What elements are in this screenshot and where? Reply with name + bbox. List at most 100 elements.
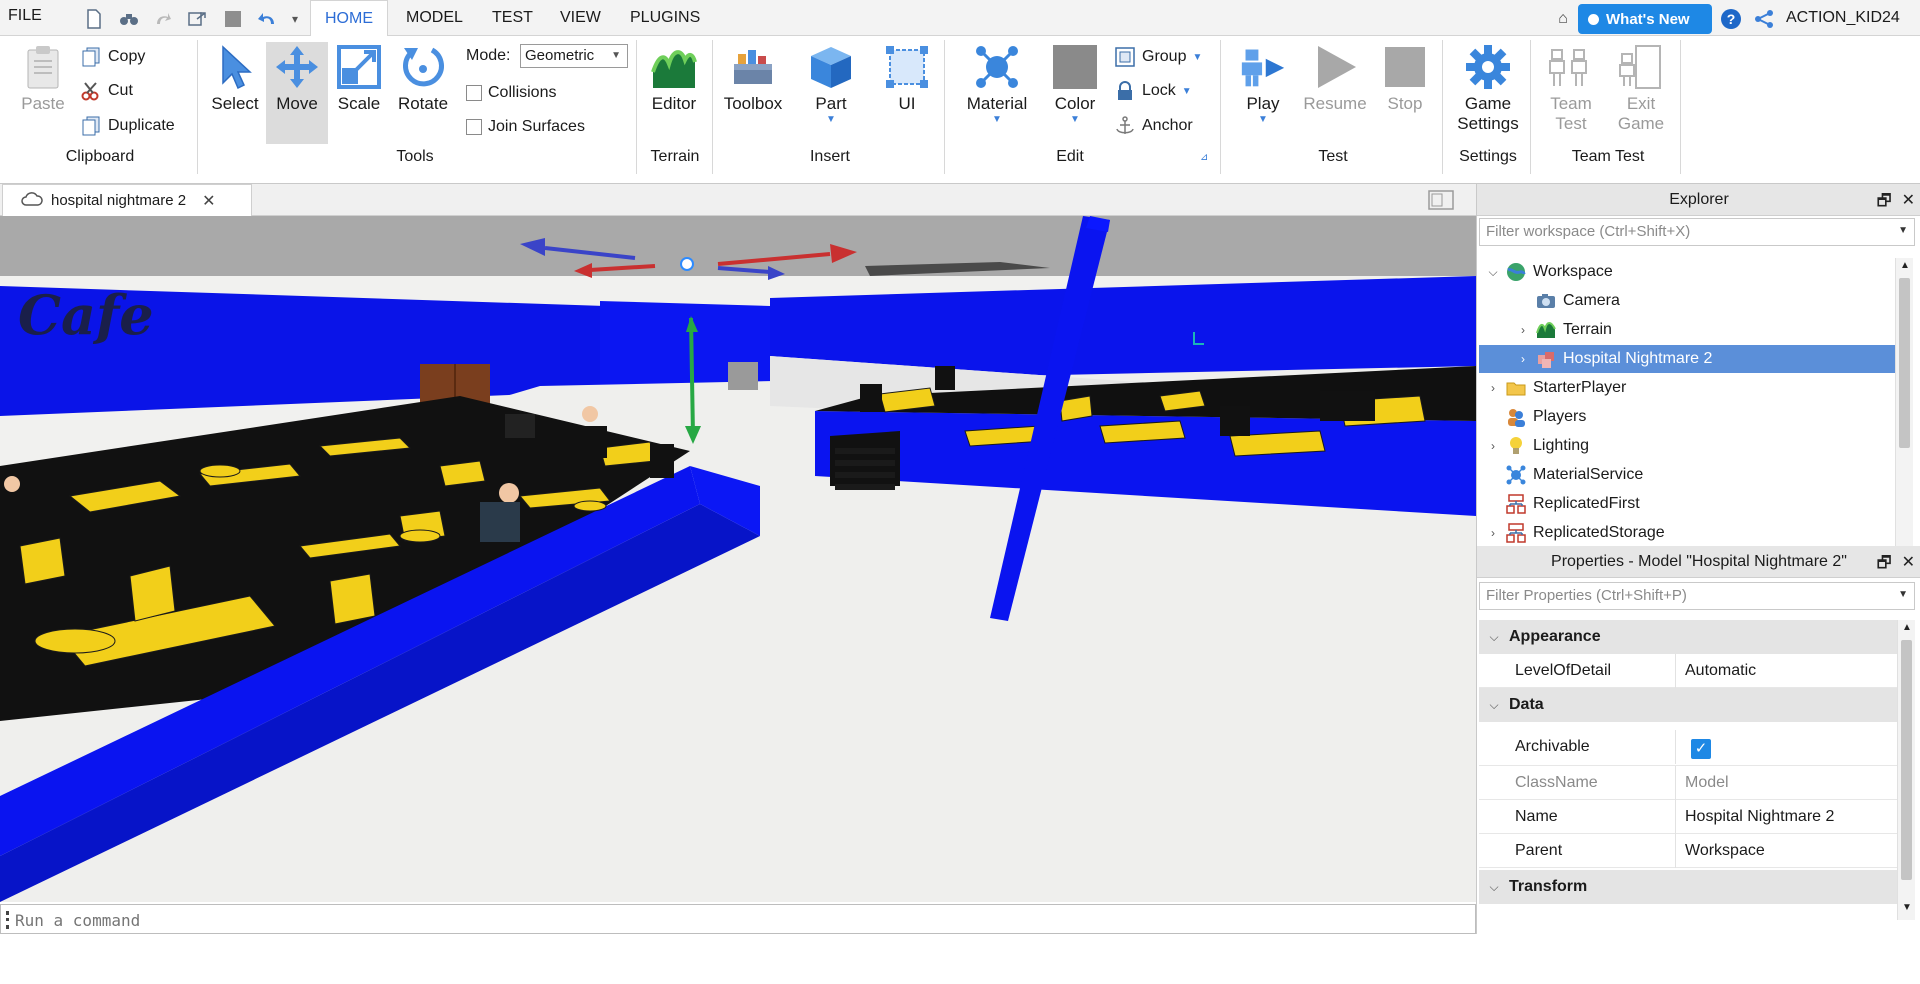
undock-icon[interactable]: 🗗 — [1877, 190, 1892, 217]
archivable-checkbox[interactable]: ✓ — [1691, 739, 1711, 759]
category-transform[interactable]: ⌵ Transform — [1479, 870, 1897, 904]
lock-button[interactable]: Lock ▼ — [1114, 80, 1192, 102]
join-surfaces-check-box[interactable] — [466, 119, 482, 135]
terrain-editor-button[interactable]: Editor — [643, 42, 705, 114]
group-button[interactable]: Group ▼ — [1114, 46, 1202, 68]
scale-tool-button[interactable]: Scale — [328, 42, 390, 114]
redo-gray-icon[interactable] — [152, 8, 174, 30]
tree-item-materialservice[interactable]: MaterialService — [1479, 461, 1895, 489]
close-icon[interactable]: ✕ — [1902, 190, 1915, 217]
whats-new-button[interactable]: What's New — [1578, 4, 1712, 34]
expand-arrow-icon[interactable]: › — [1515, 352, 1531, 366]
exit-game-button[interactable]: Exit Game — [1610, 42, 1672, 134]
property-row-levelofdetail[interactable]: LevelOfDetail Automatic — [1479, 654, 1897, 688]
property-row-archivable[interactable]: Archivable ✓ — [1479, 730, 1897, 766]
new-file-icon[interactable] — [83, 8, 105, 30]
group-dropdown-icon[interactable]: ▼ — [1192, 52, 1202, 63]
binoculars-icon[interactable] — [118, 8, 140, 30]
lock-dropdown-icon[interactable]: ▼ — [1182, 86, 1192, 97]
collapse-arrow-icon[interactable]: ⌵ — [1479, 630, 1509, 645]
tree-item-replicatedfirst[interactable]: ReplicatedFirst — [1479, 490, 1895, 518]
expand-arrow-icon[interactable]: › — [1515, 323, 1531, 337]
mode-select[interactable]: Geometric ▼ — [520, 44, 628, 68]
paste-button[interactable]: Paste — [12, 42, 74, 114]
tree-item-workspace[interactable]: ⌵ Workspace — [1479, 258, 1895, 286]
tab-model[interactable]: MODEL — [392, 0, 477, 36]
undo-dropdown-icon[interactable]: ▾ — [284, 8, 306, 30]
material-button[interactable]: Material ▼ — [966, 42, 1028, 125]
toolbox-button[interactable]: Toolbox — [722, 42, 784, 114]
tab-test[interactable]: TEST — [478, 0, 547, 36]
3d-viewport[interactable]: Cafe — [0, 216, 1476, 902]
rotate-tool-button[interactable]: Rotate — [392, 42, 454, 114]
edit-expand-icon[interactable]: ⊿ — [1200, 152, 1208, 163]
color-button[interactable]: Color ▼ — [1044, 42, 1106, 125]
stop-square-icon[interactable] — [222, 8, 244, 30]
play-dropdown-icon[interactable]: ▼ — [1232, 114, 1294, 125]
cut-button[interactable]: Cut — [80, 80, 133, 102]
collapse-ribbon-icon[interactable]: ⌂ — [1552, 8, 1574, 30]
collisions-check-box[interactable] — [466, 85, 482, 101]
expand-arrow-icon[interactable]: › — [1485, 439, 1501, 453]
tree-item-players[interactable]: Players — [1479, 403, 1895, 431]
category-appearance[interactable]: ⌵ Appearance — [1479, 620, 1897, 654]
tab-plugins[interactable]: PLUGINS — [616, 0, 714, 36]
select-tool-button[interactable]: Select — [204, 42, 266, 114]
chevron-down-icon[interactable]: ▼ — [1898, 225, 1908, 236]
device-view-icon[interactable] — [1428, 190, 1454, 214]
help-icon[interactable]: ? — [1720, 8, 1742, 30]
part-dropdown-icon[interactable]: ▼ — [800, 114, 862, 125]
scroll-up-icon[interactable]: ▲ — [1896, 260, 1914, 271]
tree-item-starterplayer[interactable]: › StarterPlayer — [1479, 374, 1895, 402]
team-test-button[interactable]: Team Test — [1540, 42, 1602, 134]
color-dropdown-icon[interactable]: ▼ — [1044, 114, 1106, 125]
stop-button[interactable]: Stop — [1374, 42, 1436, 114]
resume-button[interactable]: Resume — [1302, 42, 1368, 114]
tree-item-replicatedstorage[interactable]: › ReplicatedStorage — [1479, 519, 1895, 547]
properties-scrollbar[interactable]: ▲ ▼ — [1897, 620, 1915, 920]
property-row-name[interactable]: Name Hospital Nightmare 2 — [1479, 800, 1897, 834]
collapse-arrow-icon[interactable]: ⌵ — [1479, 698, 1509, 713]
duplicate-button[interactable]: Duplicate — [80, 115, 175, 137]
drag-handle-icon[interactable] — [6, 911, 9, 929]
explorer-filter-input[interactable]: Filter workspace (Ctrl+Shift+X) ▼ — [1479, 218, 1915, 246]
property-row-parent[interactable]: Parent Workspace — [1479, 834, 1897, 868]
material-dropdown-icon[interactable]: ▼ — [966, 114, 1028, 125]
collapse-arrow-icon[interactable]: ⌵ — [1479, 880, 1509, 895]
play-button[interactable]: Play ▼ — [1232, 42, 1294, 125]
collisions-checkbox[interactable]: Collisions — [466, 84, 556, 102]
move-tool-button[interactable]: Move — [266, 42, 328, 144]
undo-icon[interactable] — [256, 8, 278, 30]
tree-item-hospital-nightmare-2[interactable]: › Hospital Nightmare 2 — [1479, 345, 1895, 373]
property-value[interactable]: Hospital Nightmare 2 — [1685, 808, 1834, 826]
copy-button[interactable]: Copy — [80, 46, 145, 68]
tree-item-lighting[interactable]: › Lighting — [1479, 432, 1895, 460]
document-tab[interactable]: hospital nightmare 2 ✕ — [2, 184, 252, 216]
scroll-up-icon[interactable]: ▲ — [1898, 622, 1916, 633]
explorer-scrollbar[interactable]: ▲ — [1895, 258, 1913, 548]
publish-icon[interactable] — [186, 8, 208, 30]
chevron-down-icon[interactable]: ▼ — [1898, 589, 1908, 600]
collapse-arrow-icon[interactable]: ⌵ — [1485, 265, 1501, 280]
game-settings-button[interactable]: Game Settings — [1452, 42, 1524, 134]
scroll-thumb[interactable] — [1901, 640, 1912, 880]
file-menu[interactable]: FILE — [8, 7, 42, 25]
command-input[interactable] — [15, 908, 1455, 932]
property-value[interactable]: Workspace — [1685, 842, 1765, 860]
category-data[interactable]: ⌵ Data — [1479, 688, 1897, 722]
tree-item-camera[interactable]: Camera — [1479, 287, 1895, 315]
anchor-button[interactable]: Anchor — [1114, 115, 1193, 137]
tab-view[interactable]: VIEW — [546, 0, 615, 36]
scroll-down-icon[interactable]: ▼ — [1898, 902, 1916, 913]
tree-item-terrain[interactable]: › Terrain — [1479, 316, 1895, 344]
property-value[interactable]: Automatic — [1685, 662, 1756, 680]
close-icon[interactable]: ✕ — [1902, 552, 1915, 579]
scroll-thumb[interactable] — [1899, 278, 1910, 448]
ui-button[interactable]: UI — [876, 42, 938, 114]
close-icon[interactable]: ✕ — [202, 191, 215, 211]
part-button[interactable]: Part ▼ — [800, 42, 862, 125]
share-icon[interactable] — [1753, 8, 1775, 30]
expand-arrow-icon[interactable]: › — [1485, 526, 1501, 540]
join-surfaces-checkbox[interactable]: Join Surfaces — [466, 118, 585, 136]
username-label[interactable]: ACTION_KID24 — [1786, 9, 1900, 27]
